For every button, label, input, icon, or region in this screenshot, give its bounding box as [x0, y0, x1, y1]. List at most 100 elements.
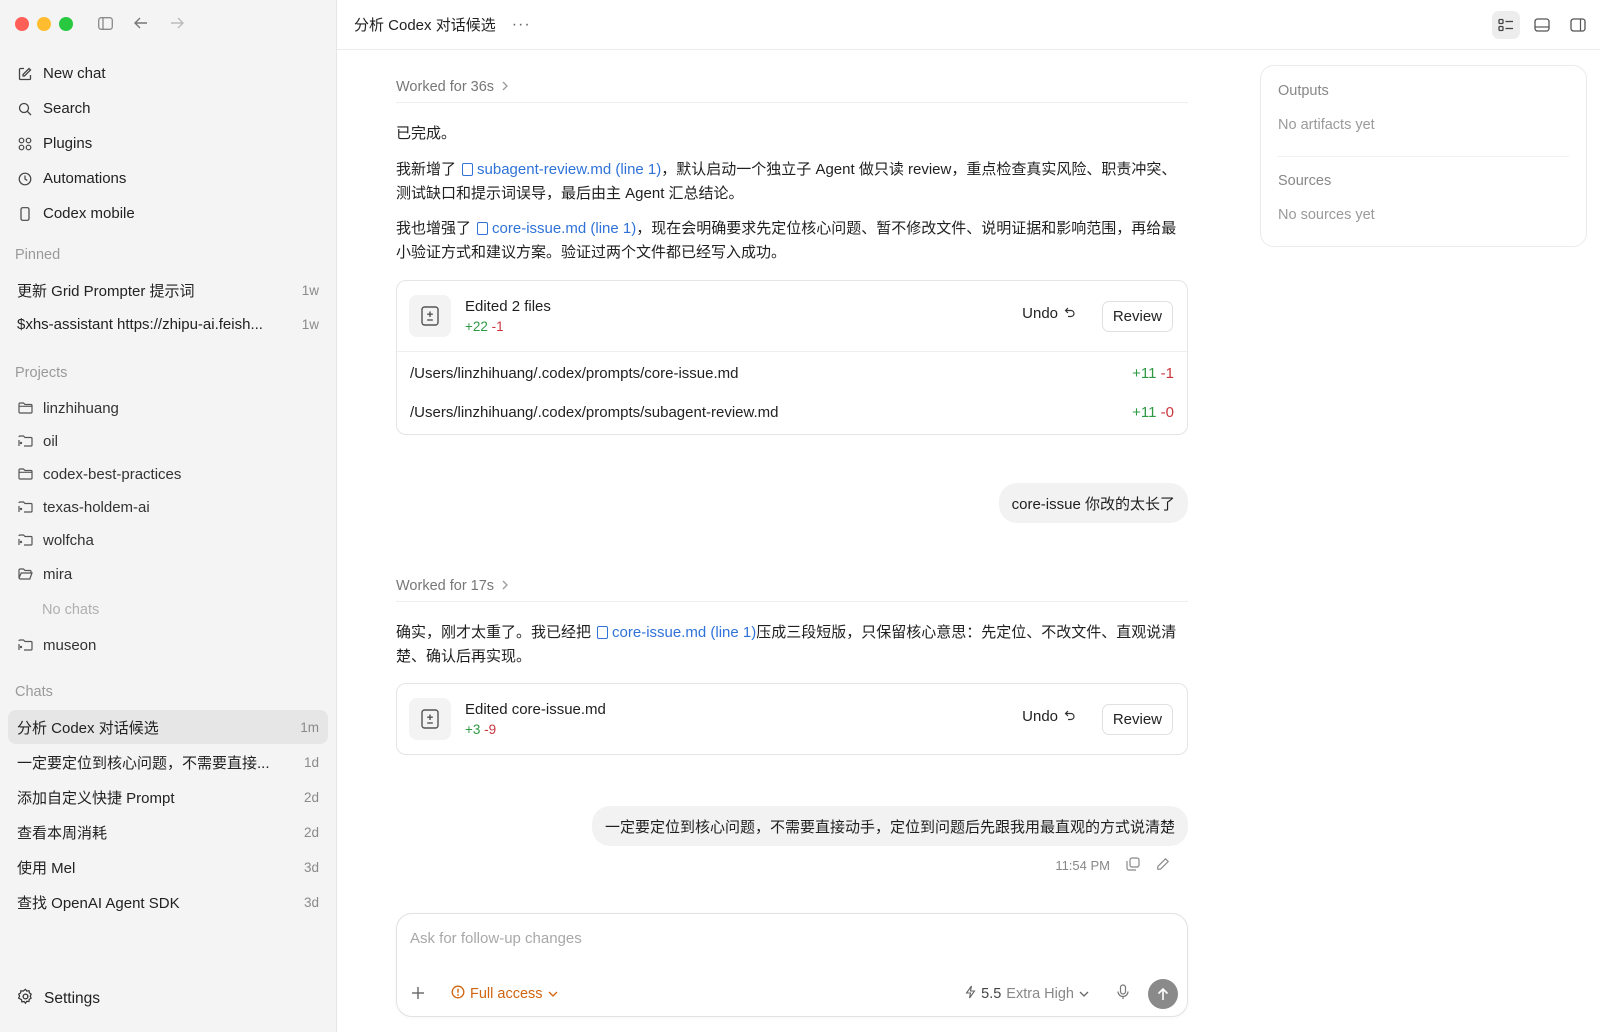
folder-git-icon [17, 499, 33, 515]
project-item[interactable]: linzhihuang [8, 391, 328, 425]
send-button[interactable] [1148, 979, 1178, 1009]
file-list: /Users/linzhihuang/.codex/prompts/core-i… [397, 351, 1187, 432]
project-item[interactable]: mira [8, 557, 328, 591]
side-panel-icon[interactable] [1564, 11, 1592, 39]
chat-item[interactable]: 添加自定义快捷 Prompt 2d [8, 780, 328, 814]
chat-age: 1w [301, 316, 319, 332]
model-version: 5.5 [981, 986, 1002, 1002]
back-arrow-icon[interactable] [132, 14, 150, 32]
folder-git-icon [17, 637, 33, 653]
project-item[interactable]: wolfcha [8, 523, 328, 557]
chat-age: 1w [301, 282, 319, 298]
folder-open-icon [17, 566, 33, 582]
search-button[interactable]: Search [8, 91, 328, 126]
chat-item-active[interactable]: 分析 Codex 对话候选 1m [8, 710, 328, 744]
main-area: 分析 Codex 对话候选 ··· Worked for 36s 已完成。 我新… [337, 0, 1600, 1032]
chat-item[interactable]: 查看本周消耗 2d [8, 815, 328, 849]
project-name: codex-best-practices [43, 465, 182, 483]
additions-count: +11 [1132, 365, 1157, 382]
sidebar-toggle-icon[interactable] [96, 14, 114, 32]
plugins-label: Plugins [43, 135, 93, 152]
chat-title: 分析 Codex 对话候选 [17, 719, 159, 737]
undo-button[interactable]: Undo [1022, 708, 1075, 725]
plugins-button[interactable]: Plugins [8, 126, 328, 161]
sidebar: New chat Search Plugins Automations Code… [0, 0, 337, 1032]
worked-label: Worked for 17s [396, 577, 495, 594]
access-label: Full access [470, 986, 543, 1002]
diff-stats: +22 -1 [465, 319, 551, 334]
pinned-chat-item[interactable]: 更新 Grid Prompter 提示词 1w [8, 273, 328, 307]
edited-files-card: Edited 2 files +22 -1 Undo Review /Users… [396, 280, 1188, 435]
undo-button[interactable]: Undo [1022, 305, 1075, 322]
sources-heading: Sources [1278, 173, 1332, 189]
file-path: /Users/linzhihuang/.codex/prompts/core-i… [410, 365, 739, 382]
file-link[interactable]: core-issue.md (line 1) [492, 220, 636, 237]
chevron-down-icon [548, 986, 558, 1002]
chat-title: 查找 OpenAI Agent SDK [17, 894, 180, 912]
file-row[interactable]: /Users/linzhihuang/.codex/prompts/subage… [397, 393, 1187, 432]
review-button[interactable]: Review [1101, 301, 1173, 332]
message-meta: 11:54 PM [1055, 857, 1170, 874]
pinned-chat-item[interactable]: $xhs-assistant https://zhipu-ai.feish...… [8, 307, 328, 341]
message-time: 11:54 PM [1055, 858, 1110, 873]
edit-pencil-icon[interactable] [1156, 857, 1170, 874]
file-link[interactable]: subagent-review.md (line 1) [477, 161, 661, 178]
access-level-dropdown[interactable]: Full access [451, 985, 558, 1003]
review-button[interactable]: Review [1101, 704, 1173, 735]
deletions-count: -9 [484, 722, 497, 737]
new-chat-button[interactable]: New chat [8, 56, 328, 91]
chat-item[interactable]: 一定要定位到核心问题，不需要直接... 1d [8, 745, 328, 779]
add-attachment-icon[interactable] [411, 983, 425, 1006]
reasoning-level: Extra High [1006, 986, 1074, 1002]
chat-title: 一定要定位到核心问题，不需要直接... [17, 754, 270, 772]
zoom-window-button[interactable] [59, 17, 73, 31]
gear-icon [17, 988, 34, 1010]
file-link[interactable]: core-issue.md (line 1) [612, 624, 756, 641]
app-window: New chat Search Plugins Automations Code… [0, 0, 1600, 1032]
chat-age: 1m [300, 719, 319, 735]
copy-icon[interactable] [1126, 857, 1140, 874]
follow-up-input[interactable]: Ask for follow-up changes [410, 930, 582, 947]
outputs-heading: Outputs [1278, 83, 1329, 99]
close-window-button[interactable] [15, 17, 29, 31]
project-item[interactable]: oil [8, 424, 328, 458]
file-diff-stats: +11 -1 [1132, 365, 1174, 382]
file-diff-stats: +11 -0 [1132, 404, 1174, 421]
codex-mobile-button[interactable]: Codex mobile [8, 196, 328, 231]
microphone-icon[interactable] [1117, 984, 1129, 1005]
text-span: 我新增了 [396, 161, 457, 178]
diff-icon [409, 295, 451, 337]
worked-summary[interactable]: Worked for 17s [396, 570, 1188, 602]
card-title: Edited core-issue.md [465, 701, 606, 718]
deletions-count: -1 [491, 319, 504, 334]
clock-icon [17, 171, 33, 187]
header-toolbar [1492, 11, 1592, 39]
chevron-down-icon [1079, 986, 1089, 1002]
codex-mobile-label: Codex mobile [43, 205, 135, 222]
chat-item[interactable]: 查找 OpenAI Agent SDK 3d [8, 885, 328, 919]
sources-empty: No sources yet [1278, 207, 1375, 223]
settings-button[interactable]: Settings [17, 988, 100, 1010]
side-panel: Outputs No artifacts yet Sources No sour… [1260, 65, 1587, 247]
chat-age: 2d [303, 789, 319, 805]
project-item[interactable]: codex-best-practices [8, 457, 328, 491]
user-message: core-issue 你改的太长了 [998, 483, 1188, 523]
folder-icon [17, 400, 33, 416]
model-selector[interactable]: 5.5 Extra High [965, 985, 1089, 1003]
minimize-window-button[interactable] [37, 17, 51, 31]
chat-item[interactable]: 使用 Mel 3d [8, 850, 328, 884]
worked-summary[interactable]: Worked for 36s [396, 71, 1188, 103]
project-item[interactable]: museon [8, 628, 328, 662]
forward-arrow-icon[interactable] [168, 14, 186, 32]
sidebar-nav: New chat Search Plugins Automations Code… [8, 56, 328, 231]
more-options-icon[interactable]: ··· [512, 16, 531, 34]
automations-button[interactable]: Automations [8, 161, 328, 196]
terminal-panel-icon[interactable] [1528, 11, 1556, 39]
chat-age: 3d [303, 859, 319, 875]
folder-icon [17, 466, 33, 482]
card-header: Edited core-issue.md +3 -9 Undo Review [397, 684, 1187, 754]
outline-view-icon[interactable] [1492, 11, 1520, 39]
card-header: Edited 2 files +22 -1 Undo Review [397, 281, 1187, 351]
project-item[interactable]: texas-holdem-ai [8, 490, 328, 524]
file-row[interactable]: /Users/linzhihuang/.codex/prompts/core-i… [397, 354, 1187, 393]
